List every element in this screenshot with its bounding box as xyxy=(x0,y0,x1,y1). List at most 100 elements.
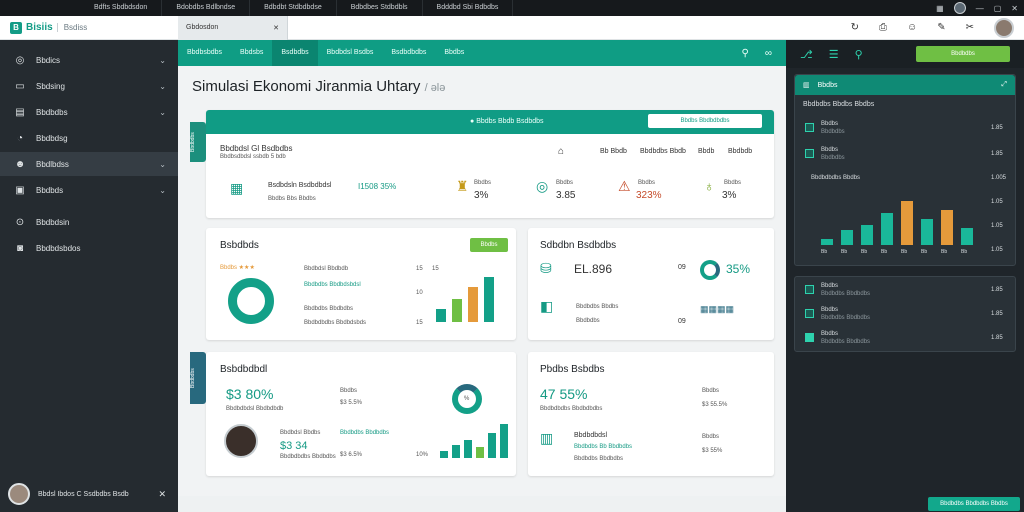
col-value: $3 55% xyxy=(702,448,723,454)
row-value: 1.85 xyxy=(991,311,1003,317)
sidebar-item[interactable]: ⊙ Bbdbdsin xyxy=(0,210,178,234)
browser-tab[interactable]: Bdbdbt Stdbdbdse xyxy=(250,0,337,16)
main-content: Bbdbsbdbs Bbdsbs Bsdbdbs Bbdbdsl Bsdbs B… xyxy=(178,40,786,496)
avatar[interactable] xyxy=(953,2,966,14)
row-sub: Bbdbdbs xyxy=(821,129,845,135)
search-icon[interactable]: ⚲ xyxy=(742,48,749,59)
sidebar-item[interactable]: ◔ Bbdbdsg xyxy=(0,126,178,150)
document-tab[interactable]: Gbdosdon ✕ xyxy=(178,15,288,40)
checkbox-checked[interactable] xyxy=(805,333,814,342)
axis-label: 1.05 xyxy=(991,247,1003,253)
person-avatar xyxy=(224,424,258,458)
summary-card: Bbdbdbs ● Bbdbs Bbdb Bsdbdbs Bbdbs Bbdbd… xyxy=(190,110,774,218)
sidebar-item[interactable]: ◎ Bbdics ⌄ xyxy=(0,48,178,72)
smile-icon[interactable]: ☺ xyxy=(907,22,917,33)
chart-icon: ▥ xyxy=(540,430,554,446)
edit-icon[interactable]: ✎ xyxy=(937,22,945,33)
chart-bar xyxy=(821,239,833,245)
print-icon[interactable]: ⎙ xyxy=(879,22,887,33)
chart-bar xyxy=(436,309,446,322)
donut-chart xyxy=(228,278,274,324)
right-card-sub: Bbdbdbs Bbdbs Bbdbs xyxy=(803,101,875,108)
globe-icon: ◎ xyxy=(15,54,25,66)
sidebar-item-active[interactable]: ☻ Bbdlbdss ⌄ xyxy=(0,152,178,176)
col-label: Bbdbs xyxy=(702,434,720,440)
row-label: Bbdbs xyxy=(821,283,839,289)
search-icon[interactable]: ⚲ xyxy=(855,48,863,61)
axis-label: 15 xyxy=(416,320,423,326)
grid-icon[interactable]: ▦ xyxy=(936,4,944,13)
user-avatar[interactable] xyxy=(994,17,1014,38)
nav-tab[interactable]: Bsdbdbdbs xyxy=(382,40,435,66)
browser-tab[interactable]: Bdfts Sbdbdsdon xyxy=(80,0,163,16)
close-icon[interactable]: ✕ xyxy=(158,489,166,500)
chart-bar xyxy=(861,225,873,245)
chevron-down-icon: ⌄ xyxy=(159,107,166,117)
sidebar-user[interactable]: Bbdsl Ibdos C Ssdbdbs Bsdb ✕ xyxy=(8,482,178,506)
row-value: 1.85 xyxy=(991,287,1003,293)
color-legend: ▦▦▦▦ xyxy=(700,304,735,314)
checkbox[interactable] xyxy=(805,123,814,132)
summary-side-tab[interactable]: Bbdbdbs xyxy=(190,122,206,162)
nav-tab[interactable]: Bbdsbs xyxy=(231,40,272,66)
right-panel: ⎇ ☰ ⚲ Bbdbdbs ▥ Bbdbs ⤢ Bbdbdbs Bbdbs Bb… xyxy=(786,40,1024,512)
nav-tab-active[interactable]: Bsdbdbs xyxy=(272,40,318,66)
chart-bar xyxy=(484,277,494,322)
browser-tab[interactable]: Bdbdbes Stdbdbls xyxy=(337,0,423,16)
minimize-icon[interactable]: — xyxy=(976,4,984,13)
summary-head-button[interactable]: Bbdbs Bbdbdbdbs xyxy=(648,114,762,128)
chart-bar xyxy=(941,210,953,245)
axis-label: 1.05 xyxy=(991,199,1003,205)
row-value: Bbdbdbs Bb Bbdbdbs xyxy=(574,444,633,450)
chart-bar xyxy=(452,299,462,322)
maximize-icon[interactable]: ▢ xyxy=(994,4,1002,13)
x-tick-label: Bb xyxy=(961,249,968,255)
sidebar-item[interactable]: ▣ Bbdbds ⌄ xyxy=(0,178,178,202)
card-title: Sdbdbn Bsdbdbs xyxy=(540,240,617,251)
value-percent: 35% xyxy=(726,262,751,276)
close-icon[interactable]: ✕ xyxy=(273,24,279,32)
link-icon[interactable]: ∞ xyxy=(765,48,772,59)
title-tail: / ǝlə xyxy=(424,82,446,94)
close-icon[interactable]: ✕ xyxy=(1011,4,1018,13)
app-logo[interactable]: B Bisiis Bsdiss xyxy=(0,21,178,34)
browser-tab[interactable]: Bdddbd Sbi Bdbdbs xyxy=(423,0,514,16)
checkbox[interactable] xyxy=(805,149,814,158)
chart-bar xyxy=(476,447,484,458)
footer-button[interactable]: Bbdbdbs Bbdbdbs Bbdbs xyxy=(928,497,1020,511)
x-tick-label: Bb xyxy=(881,249,888,255)
share-icon[interactable]: ⎇ xyxy=(800,48,813,61)
sidebar-item[interactable]: ▤ Bbdbdbs ⌄ xyxy=(0,100,178,124)
checkbox[interactable] xyxy=(805,309,814,318)
row-label: Bbdbdsl Bbdbdb xyxy=(304,266,349,272)
money-icon: ⛁ xyxy=(540,260,552,276)
chart-bar xyxy=(452,445,460,458)
card-forecast: Pbdbs Bsbdbs 47 55% Bbdbdbdbs Bbdbdbdbs … xyxy=(528,352,774,476)
app-name: Bisiis xyxy=(26,22,53,33)
list-icon[interactable]: ☰ xyxy=(829,48,839,61)
summary-card-header: ● Bbdbs Bbdb Bsdbdbs Bbdbs Bbdbdbdbs xyxy=(206,110,774,134)
expand-icon[interactable]: ⤢ xyxy=(1001,81,1007,89)
browser-tab[interactable]: Bdobdbs Bdlbndse xyxy=(162,0,251,16)
row-sub: Bbdbdbs Bbdbdbs xyxy=(574,456,624,462)
nav-tab[interactable]: Bbdbdsl Bsdbs xyxy=(318,40,383,66)
card-button[interactable]: Bbdbs xyxy=(470,238,508,252)
refresh-icon[interactable]: ↻ xyxy=(851,22,859,33)
right-card-chart: ▥ Bbdbs ⤢ Bbdbdbs Bbdbs Bbdbs Bbdbs Bbdb… xyxy=(794,74,1016,266)
logo-icon: B xyxy=(10,21,22,34)
sidebar-item[interactable]: ◙ Bbdbdsbdos xyxy=(0,236,178,260)
budget-side-tab[interactable]: Bbdbdbs xyxy=(190,352,206,404)
row-label: Bbdbs xyxy=(821,331,839,337)
tools-icon[interactable]: ✂ xyxy=(966,22,974,33)
gauge-icon xyxy=(700,260,720,280)
card-budget: Bbdbdbs Bsbdbdbdl $3 80% Bbdbdbdsl Bbdbd… xyxy=(190,352,516,476)
sidebar-item[interactable]: ▭ Sbdsing ⌄ xyxy=(0,74,178,98)
row-sub: Bbdbdbs xyxy=(821,155,845,161)
nav-tab[interactable]: Bbdbs xyxy=(435,40,473,66)
home-icon[interactable]: ⌂ xyxy=(558,146,564,157)
primary-button[interactable]: Bbdbdbs xyxy=(916,46,1010,62)
page-title: Simulasi Ekonomi Jiranmia Uhtary / ǝlə xyxy=(192,78,446,95)
checkbox[interactable] xyxy=(805,285,814,294)
nav-tab[interactable]: Bbdbsbdbs xyxy=(178,40,231,66)
sidebar-item-label: Bbdbds xyxy=(36,185,64,195)
